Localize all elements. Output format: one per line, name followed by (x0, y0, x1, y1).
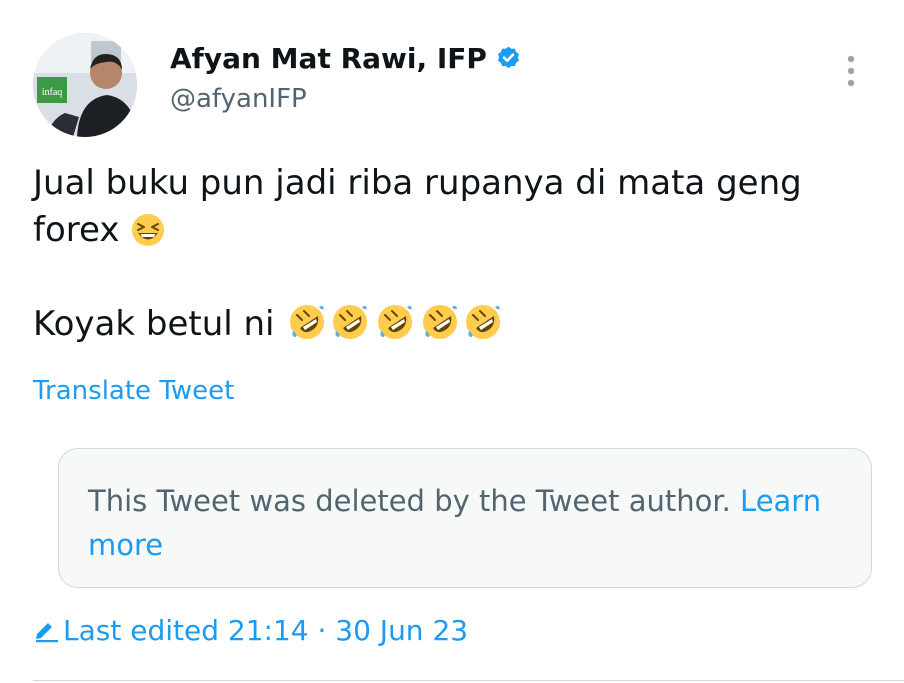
tweet-line: Koyak betul ni (33, 301, 863, 348)
divider (33, 680, 904, 681)
more-options-icon[interactable] (836, 54, 866, 90)
tweet-line: forex (33, 207, 863, 254)
deleted-quoted-tweet-card: This Tweet was deleted by the Tweet auth… (58, 448, 872, 588)
last-edited-link[interactable]: Last edited 21:14 · 30 Jun 23 (33, 614, 468, 647)
deleted-tweet-message: This Tweet was deleted by the Tweet auth… (88, 479, 848, 567)
avatar-photo: infaq (33, 33, 137, 137)
verified-badge-icon[interactable] (495, 45, 522, 72)
author-display-name[interactable]: Afyan Mat Rawi, IFP (170, 42, 487, 75)
avatar[interactable]: infaq (33, 33, 137, 137)
deleted-tweet-text: This Tweet was deleted by the Tweet auth… (88, 484, 731, 518)
edit-pencil-icon (36, 622, 58, 642)
author-handle[interactable]: @afyanIFP (170, 84, 307, 114)
tweet-line: Jual buku pun jadi riba rupanya di mata … (33, 160, 863, 207)
grinning-squinting-face-emoji (132, 214, 165, 246)
rolling-on-floor-laughing-emoji (289, 304, 502, 340)
author-name-row[interactable]: Afyan Mat Rawi, IFP (170, 42, 522, 75)
rofl-emoji-group (285, 304, 505, 344)
translate-tweet-link[interactable]: Translate Tweet (33, 376, 234, 406)
tweet-text: Jual buku pun jadi riba rupanya di mata … (33, 160, 863, 348)
tweet-text-line-1: Jual buku pun jadi riba rupanya di mata … (33, 163, 802, 203)
avatar-logo-text: infaq (42, 87, 63, 98)
tweet-text-line-3: Koyak betul ni (33, 304, 275, 344)
last-edited-label[interactable]: Last edited 21:14 · 30 Jun 23 (63, 614, 468, 647)
tweet-text-line-2: forex (33, 210, 120, 250)
